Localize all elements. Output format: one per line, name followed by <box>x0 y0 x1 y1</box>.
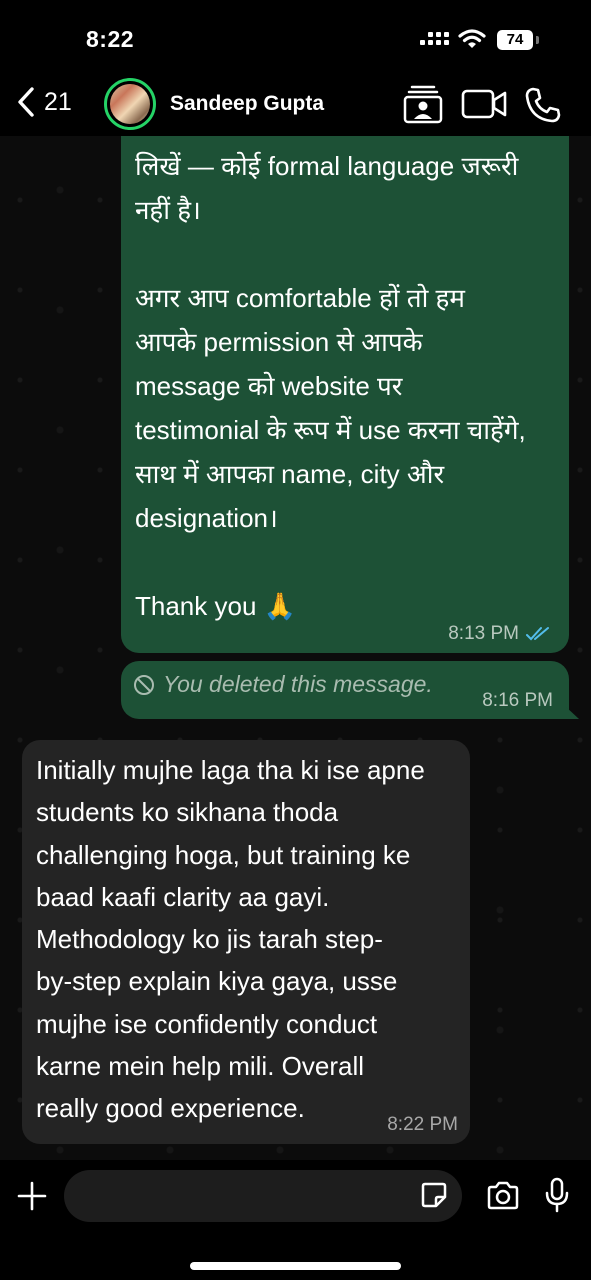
composer-bar <box>0 1160 591 1280</box>
contact-card-icon[interactable] <box>403 84 443 124</box>
microphone-icon[interactable] <box>544 1177 570 1213</box>
phone-icon[interactable] <box>524 86 562 124</box>
message-bubble-deleted[interactable]: You deleted this message. 8:16 PM <box>121 661 569 719</box>
deleted-row: You deleted this message. <box>133 671 433 698</box>
wifi-icon <box>458 29 486 48</box>
home-indicator <box>190 1262 401 1270</box>
message-bubble-outgoing[interactable]: लिखें — कोई formal language जरूरी नहीं ह… <box>121 120 569 653</box>
avatar[interactable] <box>104 78 156 130</box>
signal-icon <box>420 32 450 48</box>
status-bar: 8:22 74 <box>0 0 591 70</box>
plus-icon[interactable] <box>16 1180 48 1212</box>
contact-name[interactable]: Sandeep Gupta <box>170 92 324 116</box>
battery-icon: 74 <box>497 30 533 50</box>
back-chevron-icon <box>18 87 34 117</box>
deleted-icon <box>134 674 154 695</box>
avatar-image <box>110 84 150 124</box>
sticker-icon[interactable] <box>420 1181 448 1209</box>
unread-count: 21 <box>44 87 72 116</box>
video-call-icon[interactable] <box>461 88 509 120</box>
chat-header: 21 Sandeep Gupta <box>0 70 591 136</box>
read-ticks-icon <box>526 627 549 641</box>
message-text: Initially mujhe laga tha ki ise apne stu… <box>36 755 425 1124</box>
message-text: लिखें — कोई formal language जरूरी नहीं ह… <box>135 151 526 621</box>
camera-icon[interactable] <box>486 1181 520 1211</box>
message-bubble-incoming[interactable]: Initially mujhe laga tha ki ise apne stu… <box>22 740 470 1144</box>
message-time: 8:16 PM <box>482 690 553 711</box>
back-button[interactable]: 21 <box>16 82 72 122</box>
message-input[interactable] <box>64 1170 462 1222</box>
status-time: 8:22 <box>86 26 135 52</box>
message-time: 8:22 PM <box>387 1114 458 1135</box>
battery-tip <box>536 36 539 44</box>
message-meta: 8:13 PM <box>448 623 551 645</box>
message-time: 8:13 PM <box>448 623 519 644</box>
deleted-message-text: You deleted this message. <box>163 671 433 697</box>
